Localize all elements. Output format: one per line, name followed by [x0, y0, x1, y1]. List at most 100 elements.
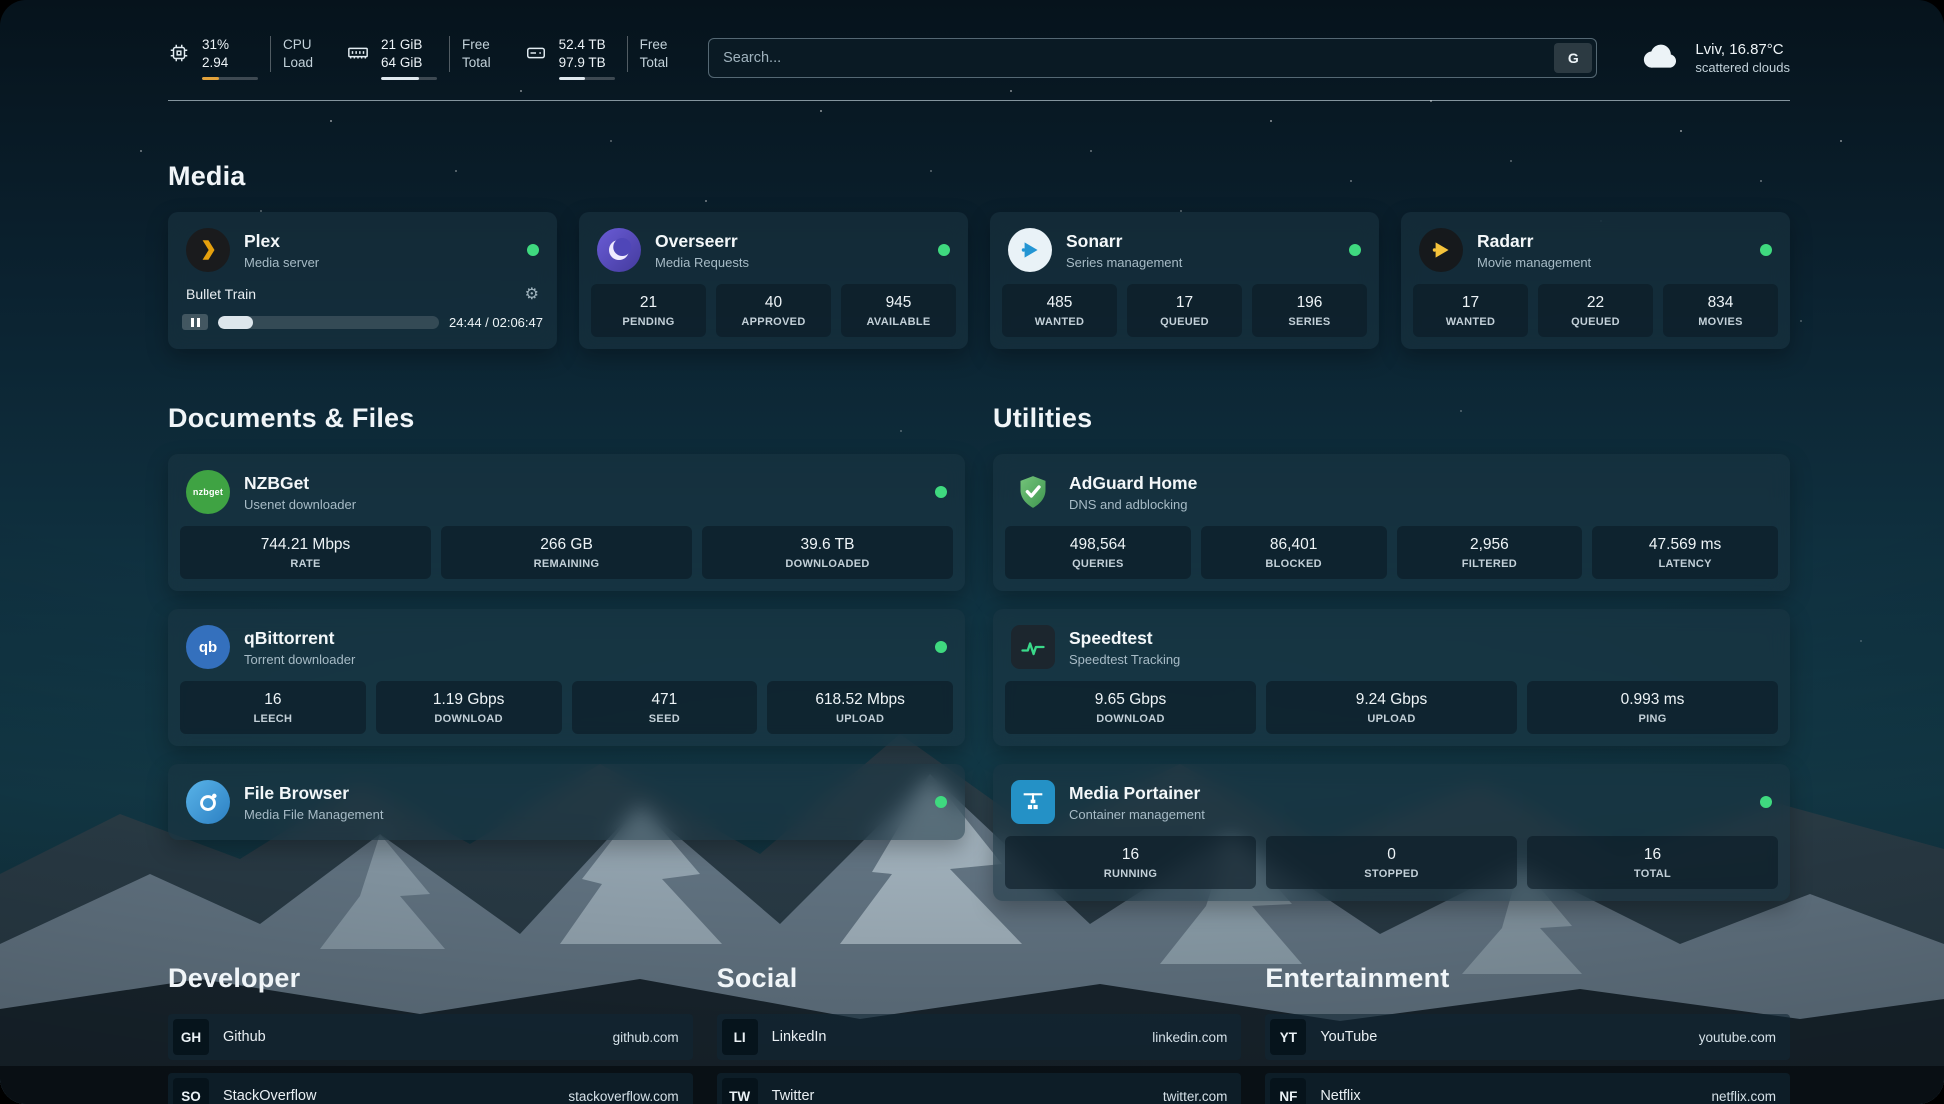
qbittorrent-name: qBittorrent: [244, 628, 355, 649]
cpu-icon: [168, 36, 190, 69]
stat-approved: 40 APPROVED: [716, 284, 831, 337]
speedtest-name: Speedtest: [1069, 628, 1180, 649]
stat-latency: 47.569 ms LATENCY: [1592, 526, 1778, 579]
radarr-subtitle: Movie management: [1477, 255, 1591, 270]
cpu-usage-value: 31%: [202, 36, 258, 54]
section-title-social: Social: [717, 963, 1242, 994]
stat-running: 16 RUNNING: [1005, 836, 1256, 889]
plex-subtitle: Media server: [244, 255, 319, 270]
nzbget-status-dot: [935, 486, 947, 498]
radarr-name: Radarr: [1477, 231, 1591, 252]
bookmark-youtube[interactable]: YT YouTube youtube.com: [1265, 1014, 1790, 1060]
service-card-speedtest[interactable]: Speedtest Speedtest Tracking 9.65 Gbps D…: [993, 609, 1790, 746]
bookmark-linkedin[interactable]: LI LinkedIn linkedin.com: [717, 1014, 1242, 1060]
stat-movies: 834 MOVIES: [1663, 284, 1778, 337]
stat-upload: 618.52 Mbps UPLOAD: [767, 681, 953, 734]
section-entertainment: Entertainment YT YouTube youtube.com NF …: [1265, 963, 1790, 1104]
stat-blocked: 86,401 BLOCKED: [1201, 526, 1387, 579]
ram-icon: [347, 36, 369, 69]
service-card-adguard[interactable]: AdGuard Home DNS and adblocking 498,564 …: [993, 454, 1790, 591]
filebrowser-icon: [186, 780, 230, 824]
stat-stopped: 0 STOPPED: [1266, 836, 1517, 889]
plex-status-dot: [527, 244, 539, 256]
ram-usage-bar: [381, 77, 437, 80]
stat-wanted: 485 WANTED: [1002, 284, 1117, 337]
disk-label-bottom: Total: [640, 54, 669, 72]
portainer-name: Media Portainer: [1069, 783, 1205, 804]
stat-wanted: 17 WANTED: [1413, 284, 1528, 337]
ram-label-bottom: Total: [462, 54, 491, 72]
service-card-radarr[interactable]: Radarr Movie management 17 WANTED 22 QUE…: [1401, 212, 1790, 349]
adguard-subtitle: DNS and adblocking: [1069, 497, 1197, 512]
stat-download: 9.65 Gbps DOWNLOAD: [1005, 681, 1256, 734]
plex-player: 24:44 / 02:06:47: [180, 314, 545, 334]
nzbget-icon-label: nzbget: [193, 487, 223, 497]
cpu-widget: 31% 2.94 CPU Load: [168, 36, 313, 80]
service-card-portainer[interactable]: Media Portainer Container management 16 …: [993, 764, 1790, 901]
playback-progress-bar[interactable]: [218, 316, 439, 329]
stat-queued: 22 QUEUED: [1538, 284, 1653, 337]
section-title-entertainment: Entertainment: [1265, 963, 1790, 994]
playback-time: 24:44 / 02:06:47: [449, 315, 543, 330]
github-abbr-icon: GH: [173, 1019, 209, 1055]
stat-download: 1.19 Gbps DOWNLOAD: [376, 681, 562, 734]
overseerr-icon: [597, 228, 641, 272]
service-card-sonarr[interactable]: Sonarr Series management 485 WANTED 17 Q…: [990, 212, 1379, 349]
youtube-abbr-icon: YT: [1270, 1019, 1306, 1055]
nzbget-subtitle: Usenet downloader: [244, 497, 356, 512]
section-developer: Developer GH Github github.com SO StackO…: [168, 963, 693, 1104]
disk-icon: [525, 36, 547, 69]
bookmark-stackoverflow[interactable]: SO StackOverflow stackoverflow.com: [168, 1073, 693, 1104]
bookmark-netflix[interactable]: NF Netflix netflix.com: [1265, 1073, 1790, 1104]
cpu-load-value: 2.94: [202, 54, 258, 72]
service-card-qbittorrent[interactable]: qb qBittorrent Torrent downloader 16: [168, 609, 965, 746]
pause-button[interactable]: [182, 314, 208, 330]
sonarr-name: Sonarr: [1066, 231, 1182, 252]
section-social: Social LI LinkedIn linkedin.com TW Twitt…: [717, 963, 1242, 1104]
stat-rate: 744.21 Mbps RATE: [180, 526, 431, 579]
portainer-icon: [1011, 780, 1055, 824]
service-card-plex[interactable]: Plex Media server Bullet Train ⚙ 24:44 /…: [168, 212, 557, 349]
filebrowser-subtitle: Media File Management: [244, 807, 383, 822]
bookmark-twitter[interactable]: TW Twitter twitter.com: [717, 1073, 1242, 1104]
service-card-overseerr[interactable]: Overseerr Media Requests 21 PENDING 40 A…: [579, 212, 968, 349]
overseerr-status-dot: [938, 244, 950, 256]
stat-upload: 9.24 Gbps UPLOAD: [1266, 681, 1517, 734]
service-card-filebrowser[interactable]: File Browser Media File Management: [168, 764, 965, 840]
search-engine-button[interactable]: G: [1554, 43, 1592, 73]
ram-total-value: 64 GiB: [381, 54, 437, 72]
sonarr-subtitle: Series management: [1066, 255, 1182, 270]
section-title-documents: Documents & Files: [168, 403, 965, 434]
search-input[interactable]: [709, 50, 1550, 66]
gear-icon[interactable]: ⚙: [525, 284, 539, 304]
section-title-media: Media: [168, 161, 1790, 192]
section-utilities: Utilities: [993, 403, 1790, 901]
ram-label-top: Free: [462, 36, 491, 54]
weather-condition: scattered clouds: [1695, 60, 1790, 75]
linkedin-abbr-icon: LI: [722, 1019, 758, 1055]
bookmark-github[interactable]: GH Github github.com: [168, 1014, 693, 1060]
qbittorrent-icon-label: qb: [199, 639, 217, 656]
section-media: Media Plex Media server: [168, 161, 1790, 349]
search-bar[interactable]: G: [708, 38, 1597, 78]
system-stats: 31% 2.94 CPU Load: [168, 36, 668, 80]
radarr-icon: [1419, 228, 1463, 272]
service-card-nzbget[interactable]: nzbget NZBGet Usenet downloader 744.21 M…: [168, 454, 965, 591]
dashboard-screen: 31% 2.94 CPU Load: [0, 0, 1944, 1104]
adguard-name: AdGuard Home: [1069, 473, 1197, 494]
twitter-abbr-icon: TW: [722, 1078, 758, 1104]
section-title-developer: Developer: [168, 963, 693, 994]
topbar-divider: [168, 100, 1790, 101]
disk-widget: 52.4 TB 97.9 TB Free Total: [525, 36, 669, 80]
stat-queries: 498,564 QUERIES: [1005, 526, 1191, 579]
overseerr-name: Overseerr: [655, 231, 749, 252]
portainer-status-dot: [1760, 796, 1772, 808]
adguard-icon: [1011, 470, 1055, 514]
qbittorrent-status-dot: [935, 641, 947, 653]
stat-total: 16 TOTAL: [1527, 836, 1778, 889]
topbar: 31% 2.94 CPU Load: [168, 0, 1790, 80]
weather-widget: Lviv, 16.87°C scattered clouds: [1641, 40, 1790, 77]
now-playing-title: Bullet Train: [186, 286, 256, 302]
nzbget-name: NZBGet: [244, 473, 356, 494]
radarr-status-dot: [1760, 244, 1772, 256]
